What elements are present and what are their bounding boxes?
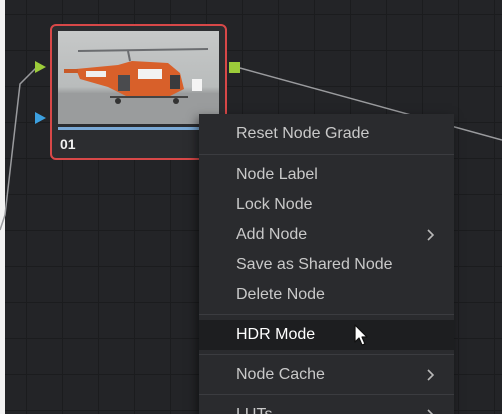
menu-separator — [199, 154, 454, 155]
menu-item-lock-node[interactable]: Lock Node — [199, 190, 454, 220]
menu-item-add-node[interactable]: Add Node — [199, 220, 454, 250]
frame-edge — [0, 0, 5, 414]
node-editor[interactable]: 01 Reset Node Grade Node Label Lock Node… — [0, 0, 502, 414]
helicopter-thumbnail — [58, 48, 219, 124]
node-thumbnail — [58, 31, 219, 124]
node-number-label: 01 — [60, 136, 76, 152]
node-context-menu: Reset Node Grade Node Label Lock Node Ad… — [199, 114, 454, 414]
menu-item-reset-node-grade[interactable]: Reset Node Grade — [199, 119, 454, 149]
input-connection-line — [0, 67, 37, 231]
menu-item-luts-label: LUTs — [236, 406, 272, 414]
menu-separator — [199, 354, 454, 355]
rgb-output-port[interactable] — [229, 62, 240, 73]
menu-item-node-cache[interactable]: Node Cache — [199, 360, 454, 390]
chevron-right-icon — [427, 409, 434, 414]
menu-item-add-node-label: Add Node — [236, 226, 308, 243]
menu-item-node-cache-label: Node Cache — [236, 366, 325, 383]
menu-separator — [199, 314, 454, 315]
menu-item-hdr-mode[interactable]: HDR Mode — [199, 320, 454, 350]
chevron-right-icon — [427, 369, 435, 381]
menu-item-node-label[interactable]: Node Label — [199, 160, 454, 190]
menu-separator — [199, 394, 454, 395]
menu-item-luts[interactable]: LUTs — [199, 400, 454, 414]
menu-item-save-as-shared-node[interactable]: Save as Shared Node — [199, 250, 454, 280]
menu-item-delete-node[interactable]: Delete Node — [199, 280, 454, 310]
alpha-input-port[interactable] — [35, 112, 46, 124]
chevron-right-icon — [427, 229, 435, 241]
node-progress-bar — [58, 127, 219, 130]
rgb-input-port[interactable] — [35, 61, 46, 73]
